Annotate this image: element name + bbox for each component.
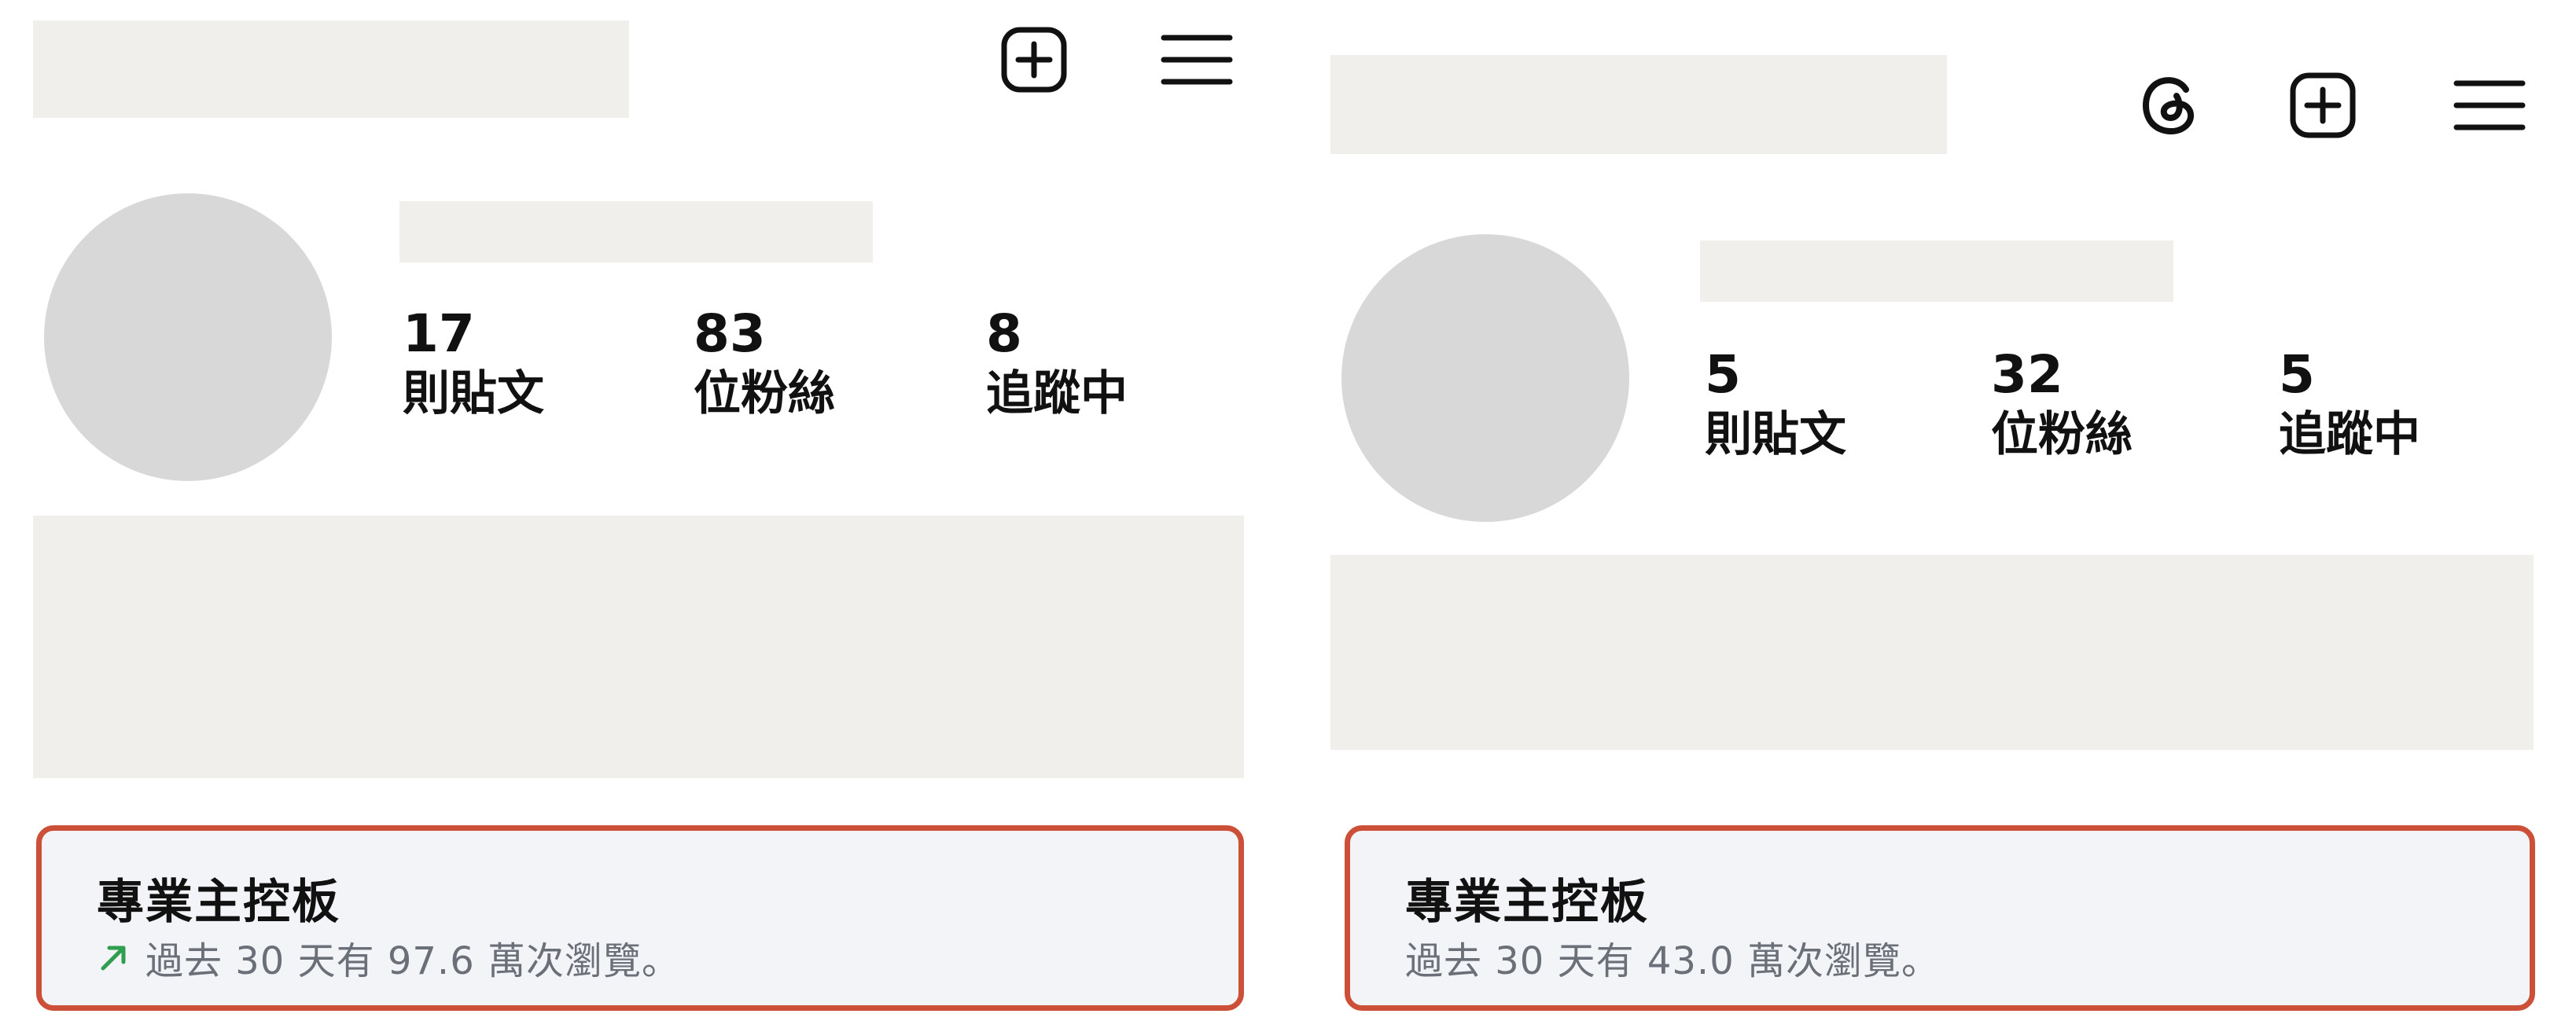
following-label: 追蹤中 (2279, 407, 2420, 462)
posts-count: 17 (403, 303, 475, 364)
dashboard-title: 專業主控板 (97, 875, 340, 930)
following-stat[interactable]: 5 追蹤中 (2279, 346, 2420, 465)
posts-count: 5 (1705, 344, 1741, 405)
profile-panel-left: 17 則貼文 83 位粉絲 8 追蹤中 專業主控板 過去 30 天有 97.6 … (0, 0, 1274, 1032)
posts-stat[interactable]: 5 則貼文 (1705, 346, 1846, 465)
profile-panel-right: 5 則貼文 32 位粉絲 5 追蹤中 專業主控板 過去 30 天有 43.0 萬… (1297, 0, 2576, 1032)
menu-icon (1161, 35, 1233, 85)
followers-count: 32 (1991, 344, 2063, 405)
professional-dashboard[interactable]: 專業主控板 過去 30 天有 97.6 萬次瀏覽。 (36, 825, 1244, 1011)
menu-icon (2453, 80, 2526, 130)
plus-square-icon (1001, 27, 1067, 93)
menu-button[interactable] (1157, 20, 1236, 99)
dashboard-summary: 過去 30 天有 97.6 萬次瀏覽。 (97, 930, 680, 985)
dashboard-summary-text: 過去 30 天有 97.6 萬次瀏覽。 (145, 939, 680, 983)
create-post-button[interactable] (2283, 66, 2362, 145)
following-count: 8 (986, 303, 1022, 364)
create-post-button[interactable] (995, 20, 1073, 99)
avatar[interactable] (44, 193, 332, 481)
display-name-placeholder (1700, 241, 2173, 302)
following-stat[interactable]: 8 追蹤中 (986, 305, 1128, 424)
dashboard-summary-text: 過去 30 天有 43.0 萬次瀏覽。 (1405, 939, 1940, 983)
bio-placeholder (33, 516, 1244, 778)
posts-label: 則貼文 (403, 366, 544, 421)
threads-icon (2143, 77, 2195, 134)
followers-count: 83 (694, 303, 766, 364)
dashboard-summary: 過去 30 天有 43.0 萬次瀏覽。 (1405, 930, 1940, 985)
threads-button[interactable] (2131, 66, 2210, 145)
following-label: 追蹤中 (986, 366, 1128, 421)
followers-stat[interactable]: 83 位粉絲 (694, 305, 835, 424)
username-placeholder (33, 20, 629, 118)
dashboard-title: 專業主控板 (1405, 875, 1649, 930)
following-count: 5 (2279, 344, 2315, 405)
followers-stat[interactable]: 32 位粉絲 (1991, 346, 2133, 465)
username-placeholder (1330, 55, 1947, 154)
followers-label: 位粉絲 (694, 366, 835, 421)
posts-label: 則貼文 (1705, 407, 1846, 462)
trend-up-arrow-icon (101, 946, 126, 971)
avatar[interactable] (1341, 234, 1629, 522)
display-name-placeholder (399, 201, 873, 263)
followers-label: 位粉絲 (1991, 407, 2133, 462)
menu-button[interactable] (2450, 66, 2529, 145)
bio-placeholder (1330, 555, 2534, 750)
posts-stat[interactable]: 17 則貼文 (403, 305, 544, 424)
professional-dashboard[interactable]: 專業主控板 過去 30 天有 43.0 萬次瀏覽。 (1345, 825, 2535, 1011)
plus-square-icon (2290, 72, 2356, 138)
